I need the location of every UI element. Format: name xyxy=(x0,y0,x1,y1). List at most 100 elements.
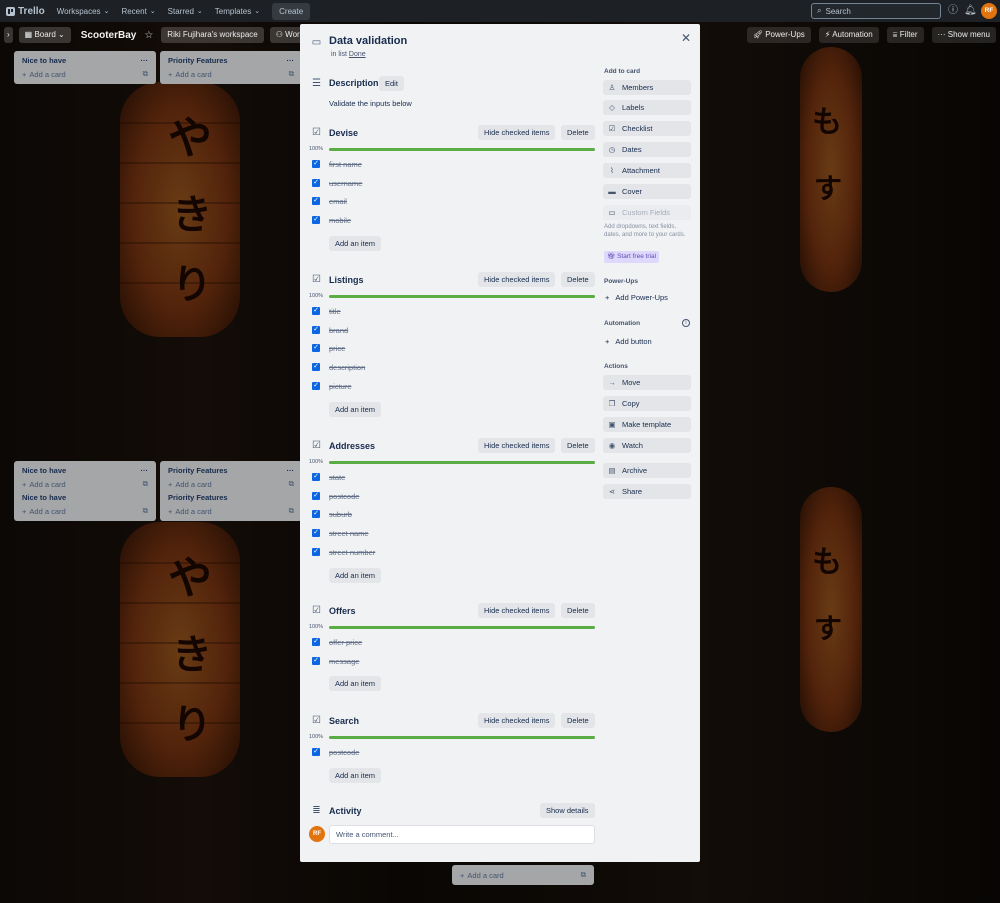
dates-button[interactable]: ◷ Dates xyxy=(603,142,691,157)
add-card-button[interactable]: + Add a card ⧉ xyxy=(168,504,294,518)
archive-button[interactable]: ▤ Archive xyxy=(603,463,691,478)
add-card-button[interactable]: + Add a card ⧉ xyxy=(22,504,148,518)
template-icon[interactable]: ⧉ xyxy=(581,870,586,880)
hide-checked-items-button[interactable]: Hide checked items xyxy=(478,125,556,140)
template-icon[interactable]: ⧉ xyxy=(143,506,148,516)
create-button[interactable]: Create xyxy=(272,2,311,20)
custom-fields-button[interactable]: ▭ Custom Fields xyxy=(603,205,691,220)
show-details-button[interactable]: Show details xyxy=(540,803,595,818)
workspace-button[interactable]: Riki Fujihara's workspace xyxy=(161,27,264,43)
checklist-item[interactable]: price xyxy=(329,344,345,353)
checklist-item[interactable]: message xyxy=(329,657,359,666)
checklist-item[interactable]: picture xyxy=(329,382,352,391)
trello-logo[interactable]: Trello xyxy=(6,6,45,17)
close-icon[interactable]: ✕ xyxy=(681,31,691,45)
checklist-item-checkbox[interactable]: ✓ xyxy=(312,216,320,225)
automation-button[interactable]: ⚡︎ Automation xyxy=(818,27,879,43)
list-menu-icon[interactable]: ··· xyxy=(287,466,295,475)
checklist-item-checkbox[interactable]: ✓ xyxy=(312,160,320,168)
template-icon[interactable]: ⧉ xyxy=(143,69,148,79)
checklist-item-checkbox[interactable]: ✓ xyxy=(312,529,320,538)
checklist-title[interactable]: Devise xyxy=(329,128,358,138)
star-icon[interactable]: ☆ xyxy=(144,30,153,41)
add-powerups-button[interactable]: + Add Power-Ups xyxy=(605,293,668,302)
checklist-item-checkbox[interactable]: ✓ xyxy=(312,363,320,372)
templates-menu[interactable]: Templates ⌄ xyxy=(209,2,266,20)
share-button[interactable]: ⋖ Share xyxy=(603,484,691,499)
checklist-item-checkbox[interactable]: ✓ xyxy=(312,307,320,315)
checklist-item-checkbox[interactable]: ✓ xyxy=(312,638,320,646)
copy-button[interactable]: ❐ Copy xyxy=(603,396,691,411)
list-link[interactable]: Done xyxy=(349,51,366,58)
add-card-button[interactable]: + Add a card ⧉ xyxy=(460,868,586,882)
template-icon[interactable]: ⧉ xyxy=(289,479,294,489)
add-item-button[interactable]: Add an item xyxy=(329,401,382,417)
edit-description-button[interactable]: Edit xyxy=(379,76,404,91)
hide-checked-items-button[interactable]: Hide checked items xyxy=(478,272,556,287)
list-title[interactable]: Priority Features xyxy=(168,493,228,502)
add-item-button[interactable]: Add an item xyxy=(329,767,382,783)
list-title[interactable]: Nice to have xyxy=(22,493,66,502)
checklist-item[interactable]: mobile xyxy=(329,216,351,225)
add-card-button[interactable]: + Add a card ⧉ xyxy=(22,477,148,491)
comment-input[interactable]: Write a comment... xyxy=(329,825,595,844)
hide-checked-items-button[interactable]: Hide checked items xyxy=(478,438,556,453)
list-menu-icon[interactable]: ··· xyxy=(141,56,149,65)
delete-checklist-button[interactable]: Delete xyxy=(561,125,595,140)
add-card-button[interactable]: + Add a card ⧉ xyxy=(22,67,148,81)
delete-checklist-button[interactable]: Delete xyxy=(561,272,595,287)
list-menu-icon[interactable]: ··· xyxy=(141,466,149,475)
delete-checklist-button[interactable]: Delete xyxy=(561,603,595,618)
checklist-item-checkbox[interactable]: ✓ xyxy=(312,381,320,390)
card-title[interactable]: Data validation xyxy=(329,35,407,47)
members-button[interactable]: ♙ Members xyxy=(603,80,691,95)
workspaces-menu[interactable]: Workspaces ⌄ xyxy=(51,2,116,20)
checklist-item-checkbox[interactable]: ✓ xyxy=(312,344,320,353)
checklist-item[interactable]: title xyxy=(329,307,341,316)
checklist-item-checkbox[interactable]: ✓ xyxy=(312,473,320,481)
template-icon[interactable]: ⧉ xyxy=(289,506,294,516)
list-menu-icon[interactable]: ··· xyxy=(287,56,295,65)
board-view-switcher[interactable]: ▦ Board ⌄ xyxy=(18,27,71,43)
make-template-button[interactable]: ▣ Make template xyxy=(603,417,691,432)
checklist-item[interactable]: street number xyxy=(329,548,375,557)
checklist-item[interactable]: suburb xyxy=(329,510,352,519)
template-icon[interactable]: ⧉ xyxy=(143,479,148,489)
checklist-item[interactable]: brand xyxy=(329,326,348,335)
attachment-button[interactable]: ⌇ Attachment xyxy=(603,163,691,178)
commenter-avatar[interactable]: RF xyxy=(309,826,325,842)
show-menu-button[interactable]: ··· Show menu xyxy=(931,27,996,43)
hide-checked-items-button[interactable]: Hide checked items xyxy=(478,603,556,618)
add-item-button[interactable]: Add an item xyxy=(329,235,382,251)
recent-menu[interactable]: Recent ⌄ xyxy=(115,2,161,20)
board-title[interactable]: ScooterBay xyxy=(81,30,137,41)
list-title[interactable]: Nice to have xyxy=(22,466,66,475)
add-button-button[interactable]: + Add button xyxy=(605,337,652,346)
notifications-bell-icon[interactable]: 🔔︎ xyxy=(964,5,977,17)
checklist-item-checkbox[interactable]: ✓ xyxy=(312,197,320,206)
checklist-title[interactable]: Listings xyxy=(329,275,364,285)
filter-button[interactable]: ⩸ Filter xyxy=(886,27,924,43)
list-title[interactable]: Nice to have xyxy=(22,56,66,65)
watch-button[interactable]: ◉ Watch xyxy=(603,438,691,453)
add-card-button[interactable]: + Add a card ⧉ xyxy=(168,477,294,491)
checklist-item[interactable]: email xyxy=(329,197,347,206)
template-icon[interactable]: ⧉ xyxy=(289,69,294,79)
delete-checklist-button[interactable]: Delete xyxy=(561,438,595,453)
add-item-button[interactable]: Add an item xyxy=(329,567,382,583)
checklist-item-checkbox[interactable]: ✓ xyxy=(312,325,320,334)
checklist-item[interactable]: street name xyxy=(329,529,369,538)
starred-menu[interactable]: Starred ⌄ xyxy=(162,2,209,20)
search-input[interactable]: ⌕ Search xyxy=(811,3,941,19)
checklist-item-checkbox[interactable]: ✓ xyxy=(312,547,320,556)
checklist-item[interactable]: first name xyxy=(329,160,362,169)
list-title[interactable]: Priority Features xyxy=(168,466,228,475)
checklist-item-checkbox[interactable]: ✓ xyxy=(312,491,320,500)
labels-button[interactable]: ◇ Labels xyxy=(603,100,691,115)
checklist-item-checkbox[interactable]: ✓ xyxy=(312,656,320,665)
add-item-button[interactable]: Add an item xyxy=(329,676,382,692)
checklist-item[interactable]: postcode xyxy=(329,748,359,757)
cover-button[interactable]: ▬ Cover xyxy=(603,184,691,199)
checklist-item[interactable]: username xyxy=(329,179,362,188)
info-icon[interactable]: ⓘ xyxy=(947,5,959,17)
